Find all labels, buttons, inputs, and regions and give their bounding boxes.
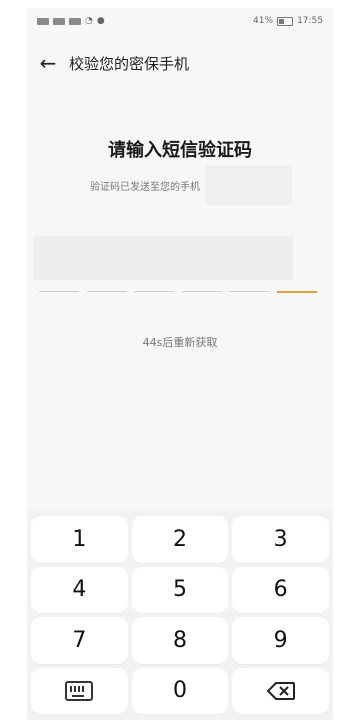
- arrow-left-icon: ←: [39, 51, 57, 75]
- keyboard-toggle-button[interactable]: [31, 667, 128, 714]
- key-7[interactable]: 7: [31, 617, 128, 664]
- key-2[interactable]: 2: [131, 516, 229, 563]
- header: ← 校验您的密保手机: [27, 38, 333, 88]
- backspace-icon: [266, 681, 295, 700]
- key-1[interactable]: 1: [31, 516, 128, 563]
- code-digit-2[interactable]: [86, 291, 127, 292]
- status-bar: ◔ ● 41% 17:55: [27, 8, 333, 34]
- status-right: 41% 17:55: [253, 16, 323, 26]
- phone-screen: ◔ ● 41% 17:55 ← 校验您的密保手机 请输入短信验证码 验证码已发送…: [27, 8, 333, 720]
- key-4[interactable]: 4: [31, 566, 128, 613]
- chat-icon: ●: [96, 16, 105, 26]
- code-digit-6[interactable]: [276, 291, 317, 293]
- key-9[interactable]: 9: [232, 617, 329, 664]
- code-digit-lines: [39, 291, 317, 293]
- key-6[interactable]: 6: [232, 566, 329, 613]
- code-digit-5[interactable]: [229, 291, 270, 292]
- sim-icon: [37, 17, 49, 25]
- sent-text: 验证码已发送至您的手机: [90, 181, 200, 193]
- signal-icon: [53, 17, 65, 25]
- key-5[interactable]: 5: [131, 566, 229, 613]
- back-button[interactable]: ←: [27, 38, 69, 88]
- resend-timer[interactable]: 44s后重新获取: [27, 334, 333, 350]
- code-digit-3[interactable]: [134, 291, 175, 292]
- signal-icon: [69, 17, 81, 25]
- phone-number-redacted: [206, 165, 292, 205]
- sent-info: 验证码已发送至您的手机: [27, 165, 333, 205]
- key-3[interactable]: 3: [232, 516, 329, 563]
- wifi-icon: ◔: [85, 16, 93, 26]
- backspace-button[interactable]: [232, 667, 329, 714]
- battery-percent: 41%: [253, 16, 274, 26]
- clock: 17:55: [297, 16, 323, 26]
- status-left: ◔ ●: [37, 16, 105, 26]
- page-title: 校验您的密保手机: [69, 54, 190, 73]
- key-8[interactable]: 8: [131, 617, 229, 664]
- main-title: 请输入短信验证码: [108, 140, 252, 161]
- battery-icon: [277, 16, 294, 26]
- code-input-area[interactable]: [33, 236, 293, 280]
- verification-content: 请输入短信验证码 验证码已发送至您的手机 44s后重新获取: [27, 88, 333, 508]
- code-digit-4[interactable]: [181, 291, 222, 292]
- numeric-keypad: 1 2 3 4 5 6 7 8 9 0: [27, 510, 333, 720]
- key-0[interactable]: 0: [131, 667, 229, 714]
- keyboard-icon: [65, 680, 94, 701]
- code-digit-1[interactable]: [39, 291, 79, 292]
